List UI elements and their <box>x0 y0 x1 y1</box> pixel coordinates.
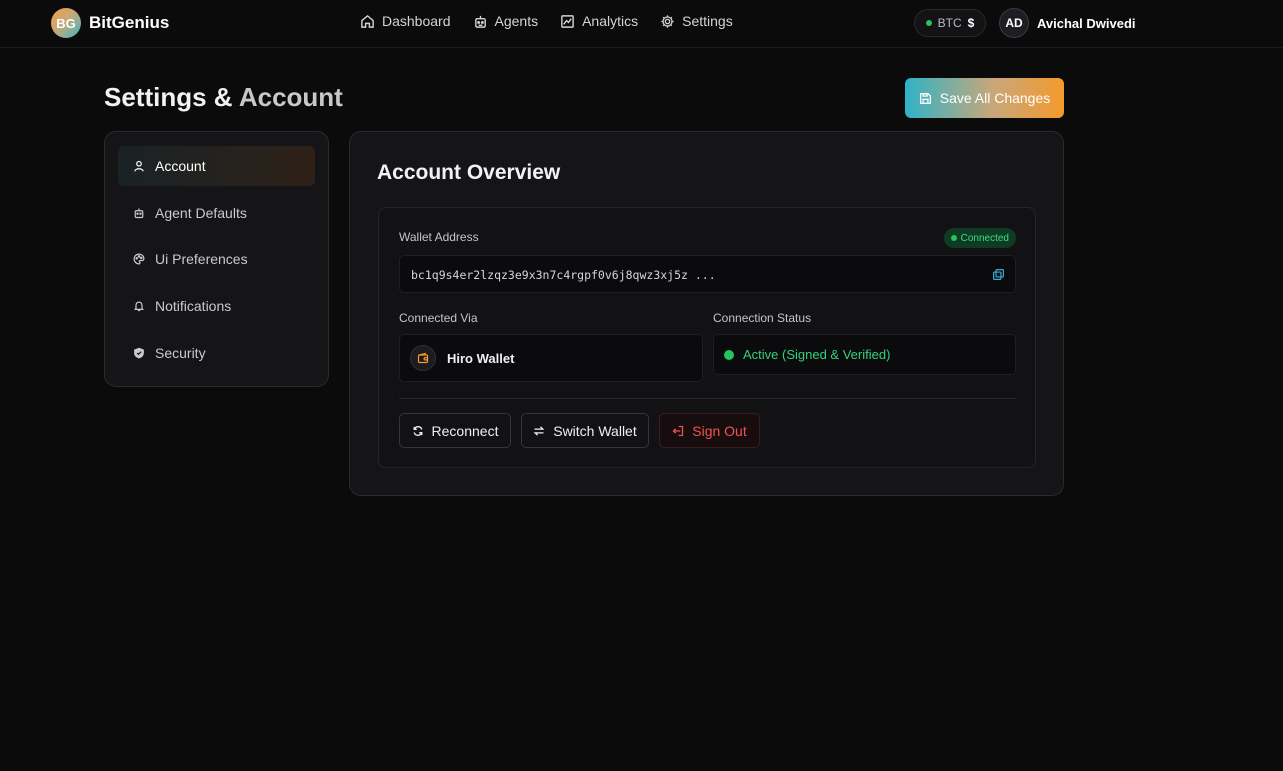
gear-icon <box>661 14 674 28</box>
ticker-label: BTC <box>937 16 962 30</box>
account-overview-panel: Account Overview Wallet Address Connecte… <box>349 131 1064 496</box>
user-icon <box>134 160 144 172</box>
sidebar-item-ui-preferences[interactable]: Ui Preferences <box>118 239 315 279</box>
robot-icon <box>474 15 486 28</box>
nav-label: Dashboard <box>382 13 451 29</box>
sign-out-label: Sign Out <box>692 422 747 439</box>
palette-icon <box>133 253 145 265</box>
connected-via-box: Hiro Wallet <box>399 334 703 382</box>
robot-icon <box>134 208 144 218</box>
wallet-icon <box>417 352 429 364</box>
sidebar-item-label: Security <box>155 344 206 361</box>
wallet-address-value: bc1q9s4er2lzqz3e9x3n7c4rgpf0v6j8qwz3xj5z… <box>411 268 716 282</box>
user-name: Avichal Dwivedi <box>1037 15 1136 31</box>
avatar: AD <box>999 8 1029 38</box>
page-title-part1: Settings & <box>104 82 233 112</box>
sidebar-item-security[interactable]: Security <box>118 333 315 373</box>
sidebar-item-notifications[interactable]: Notifications <box>118 286 315 326</box>
page-title: Settings & Account <box>104 82 343 113</box>
nav-label: Settings <box>682 13 733 29</box>
chart-icon <box>561 14 574 28</box>
swap-icon <box>533 425 545 436</box>
wallet-icon-wrap <box>410 345 436 371</box>
switch-wallet-button[interactable]: Switch Wallet <box>521 413 649 448</box>
copy-icon[interactable] <box>992 268 1005 281</box>
bell-icon <box>134 301 144 312</box>
sidebar-item-agent-defaults[interactable]: Agent Defaults <box>118 193 315 233</box>
refresh-icon <box>413 425 422 436</box>
status-dot-icon <box>724 349 734 360</box>
sign-out-icon <box>672 425 684 436</box>
btc-ticker[interactable]: BTC $ <box>914 9 986 37</box>
wallet-card: Wallet Address Connected bc1q9s4er2lzqz3… <box>378 207 1036 468</box>
wallet-address-field[interactable]: bc1q9s4er2lzqz3e9x3n7c4rgpf0v6j8qwz3xj5z… <box>399 255 1016 293</box>
sidebar-item-label: Ui Preferences <box>155 251 248 268</box>
brand[interactable]: BG BitGenius <box>51 8 169 38</box>
status-dot-icon <box>950 235 957 241</box>
badge-label: Connected <box>960 232 1009 244</box>
page-title-part2: Account <box>238 82 343 112</box>
nav-item-settings[interactable]: Settings <box>660 13 733 29</box>
section-title: Account Overview <box>377 161 561 184</box>
brand-name: BitGenius <box>89 13 170 32</box>
save-label: Save All Changes <box>939 90 1051 106</box>
main-nav: Dashboard Agents Analytics Settings <box>360 13 733 29</box>
brand-logo: BG <box>51 8 81 38</box>
connection-status-box: Active (Signed & Verified) <box>713 334 1016 375</box>
ticker-value: $ <box>967 16 975 30</box>
sidebar-item-label: Account <box>155 158 206 174</box>
sidebar-item-label: Notifications <box>155 298 232 315</box>
connection-status-label: Connection Status <box>713 311 812 325</box>
reconnect-button[interactable]: Reconnect <box>399 413 511 448</box>
connection-status-value: Active (Signed & Verified) <box>743 347 891 362</box>
home-icon <box>361 14 374 28</box>
nav-label: Agents <box>494 13 539 29</box>
wallet-provider: Hiro Wallet <box>447 350 515 366</box>
user-menu[interactable]: AD Avichal Dwivedi <box>999 8 1136 38</box>
live-dot <box>925 20 932 26</box>
nav-item-analytics[interactable]: Analytics <box>560 13 638 29</box>
save-all-changes-button[interactable]: Save All Changes <box>905 78 1064 118</box>
save-icon <box>919 92 931 104</box>
nav-item-dashboard[interactable]: Dashboard <box>360 13 451 29</box>
wallet-address-label: Wallet Address <box>399 230 479 244</box>
switch-wallet-label: Switch Wallet <box>553 422 637 439</box>
reconnect-label: Reconnect <box>431 422 499 439</box>
nav-label: Analytics <box>582 13 639 29</box>
shield-icon <box>134 347 144 359</box>
sidebar-item-label: Agent Defaults <box>155 204 247 221</box>
settings-sidebar: Account Agent Defaults Ui Preferences No… <box>104 131 329 387</box>
sidebar-item-account[interactable]: Account <box>118 146 315 186</box>
status-badge: Connected <box>943 228 1016 248</box>
nav-item-agents[interactable]: Agents <box>473 13 539 29</box>
top-navbar: BG BitGenius Dashboard Agents Analytics … <box>0 0 1283 48</box>
sign-out-button[interactable]: Sign Out <box>659 413 760 448</box>
connected-via-label: Connected Via <box>399 311 478 325</box>
divider <box>399 398 1016 399</box>
